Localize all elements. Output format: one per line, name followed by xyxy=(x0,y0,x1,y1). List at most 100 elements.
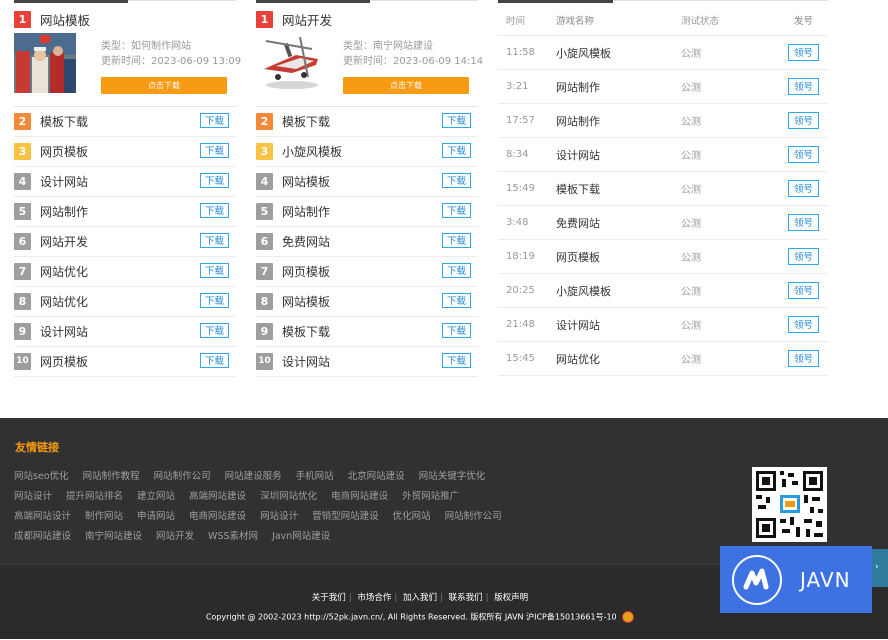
row-name[interactable]: 网站制作 xyxy=(556,113,600,129)
friend-link[interactable]: Javn网站建设 xyxy=(272,531,330,542)
list-item[interactable]: 3 小旋风模板 下载 xyxy=(256,137,478,167)
row-name[interactable]: 网站制作 xyxy=(556,79,600,95)
item-label[interactable]: 模板下载 xyxy=(40,113,88,130)
featured-thumbnail[interactable] xyxy=(14,33,76,93)
friend-link[interactable]: 优化网站 xyxy=(393,511,431,522)
friend-link[interactable]: 网站关键字优化 xyxy=(419,471,486,482)
friend-link[interactable]: 营销型网站建设 xyxy=(312,511,379,522)
item-label[interactable]: 网页模板 xyxy=(40,353,88,370)
list-item[interactable]: 5 网站制作 下载 xyxy=(256,197,478,227)
footer-link-market[interactable]: 市场合作 xyxy=(357,593,391,603)
get-code-button[interactable]: 领号 xyxy=(788,248,819,265)
item-label[interactable]: 设计网站 xyxy=(40,323,88,340)
row-name[interactable]: 网站优化 xyxy=(556,351,600,367)
get-code-button[interactable]: 领号 xyxy=(788,180,819,197)
item-label[interactable]: 网页模板 xyxy=(40,143,88,160)
featured-item[interactable]: 1 网站开发 xyxy=(256,10,332,28)
featured-thumbnail[interactable] xyxy=(256,33,326,93)
item-label[interactable]: 设计网站 xyxy=(40,173,88,190)
friend-link[interactable]: 高端网站建设 xyxy=(189,491,246,502)
download-button[interactable]: 下载 xyxy=(442,113,471,128)
item-label[interactable]: 设计网站 xyxy=(282,353,330,370)
friend-link[interactable]: WSS素材网 xyxy=(208,531,258,542)
footer-link-copyright[interactable]: 版权声明 xyxy=(494,593,528,603)
item-label[interactable]: 网站开发 xyxy=(40,233,88,250)
item-label[interactable]: 网站模板 xyxy=(282,173,330,190)
download-button[interactable]: 下载 xyxy=(200,203,229,218)
item-label[interactable]: 网站优化 xyxy=(40,293,88,310)
list-item[interactable]: 2 模板下载 下载 xyxy=(14,107,236,137)
friend-link[interactable]: 网站建设服务 xyxy=(225,471,282,482)
get-code-button[interactable]: 领号 xyxy=(788,112,819,129)
item-label[interactable]: 网站制作 xyxy=(282,203,330,220)
friend-link[interactable]: 手机网站 xyxy=(296,471,334,482)
friend-link[interactable]: 网站制作教程 xyxy=(83,471,140,482)
list-item[interactable]: 5 网站制作 下载 xyxy=(14,197,236,227)
download-button[interactable]: 下载 xyxy=(200,113,229,128)
list-item[interactable]: 2 模板下载 下载 xyxy=(256,107,478,137)
download-button[interactable]: 下载 xyxy=(442,203,471,218)
item-label[interactable]: 网站优化 xyxy=(40,263,88,280)
download-button[interactable]: 下载 xyxy=(442,353,471,368)
javn-badge[interactable]: JAVN xyxy=(720,546,872,613)
download-button[interactable]: 下载 xyxy=(200,143,229,158)
download-button[interactable]: 下载 xyxy=(200,293,229,308)
get-code-button[interactable]: 领号 xyxy=(788,316,819,333)
friend-link[interactable]: 北京网站建设 xyxy=(348,471,405,482)
friend-link[interactable]: 南宁网站建设 xyxy=(85,531,142,542)
list-item[interactable]: 4 网站模板 下载 xyxy=(256,167,478,197)
row-name[interactable]: 设计网站 xyxy=(556,317,600,333)
download-button[interactable]: 下载 xyxy=(442,233,471,248)
row-name[interactable]: 免费网站 xyxy=(556,215,600,231)
friend-link[interactable]: 电商网站建设 xyxy=(331,491,388,502)
featured-download-button[interactable]: 点击下载 xyxy=(343,77,469,94)
download-button[interactable]: 下载 xyxy=(200,353,229,368)
download-button[interactable]: 下载 xyxy=(200,173,229,188)
download-button[interactable]: 下载 xyxy=(442,173,471,188)
row-name[interactable]: 模板下载 xyxy=(556,181,600,197)
list-item[interactable]: 10 设计网站 下载 xyxy=(256,347,478,377)
featured-title[interactable]: 网站开发 xyxy=(282,10,332,29)
list-item[interactable]: 7 网页模板 下载 xyxy=(256,257,478,287)
footer-link-contact[interactable]: 联系我们 xyxy=(449,593,483,603)
get-code-button[interactable]: 领号 xyxy=(788,78,819,95)
list-item[interactable]: 8 网站优化 下载 xyxy=(14,287,236,317)
get-code-button[interactable]: 领号 xyxy=(788,350,819,367)
friend-link[interactable]: 网站制作公司 xyxy=(445,511,502,522)
item-label[interactable]: 免费网站 xyxy=(282,233,330,250)
featured-title[interactable]: 网站模板 xyxy=(40,10,90,29)
download-button[interactable]: 下载 xyxy=(200,233,229,248)
friend-link[interactable]: 网站设计 xyxy=(14,491,52,502)
item-label[interactable]: 模板下载 xyxy=(282,323,330,340)
list-item[interactable]: 8 网站模板 下载 xyxy=(256,287,478,317)
row-name[interactable]: 网页模板 xyxy=(556,249,600,265)
get-code-button[interactable]: 领号 xyxy=(788,44,819,61)
item-label[interactable]: 网站模板 xyxy=(282,293,330,310)
friend-link[interactable]: 深圳网站优化 xyxy=(260,491,317,502)
friend-link[interactable]: 网站开发 xyxy=(156,531,194,542)
download-button[interactable]: 下载 xyxy=(442,143,471,158)
featured-item[interactable]: 1 网站模板 xyxy=(14,10,90,28)
item-label[interactable]: 模板下载 xyxy=(282,113,330,130)
friend-link[interactable]: 电商网站建设 xyxy=(189,511,246,522)
download-button[interactable]: 下载 xyxy=(442,323,471,338)
item-label[interactable]: 网页模板 xyxy=(282,263,330,280)
get-code-button[interactable]: 领号 xyxy=(788,214,819,231)
list-item[interactable]: 6 免费网站 下载 xyxy=(256,227,478,257)
friend-link[interactable]: 提升网站排名 xyxy=(66,491,123,502)
friend-link[interactable]: 网站制作公司 xyxy=(154,471,211,482)
friend-link[interactable]: 网站seo优化 xyxy=(14,471,69,482)
row-name[interactable]: 设计网站 xyxy=(556,147,600,163)
friend-link[interactable]: 高端网站设计 xyxy=(14,511,71,522)
list-item[interactable]: 6 网站开发 下载 xyxy=(14,227,236,257)
featured-download-button[interactable]: 点击下载 xyxy=(101,77,227,94)
download-button[interactable]: 下载 xyxy=(442,263,471,278)
list-item[interactable]: 10 网页模板 下载 xyxy=(14,347,236,377)
item-label[interactable]: 网站制作 xyxy=(40,203,88,220)
list-item[interactable]: 4 设计网站 下载 xyxy=(14,167,236,197)
side-float-tab[interactable]: › xyxy=(872,549,888,587)
footer-link-about[interactable]: 关于我们 xyxy=(312,593,346,603)
list-item[interactable]: 9 设计网站 下载 xyxy=(14,317,236,347)
list-item[interactable]: 3 网页模板 下载 xyxy=(14,137,236,167)
friend-link[interactable]: 制作网站 xyxy=(85,511,123,522)
